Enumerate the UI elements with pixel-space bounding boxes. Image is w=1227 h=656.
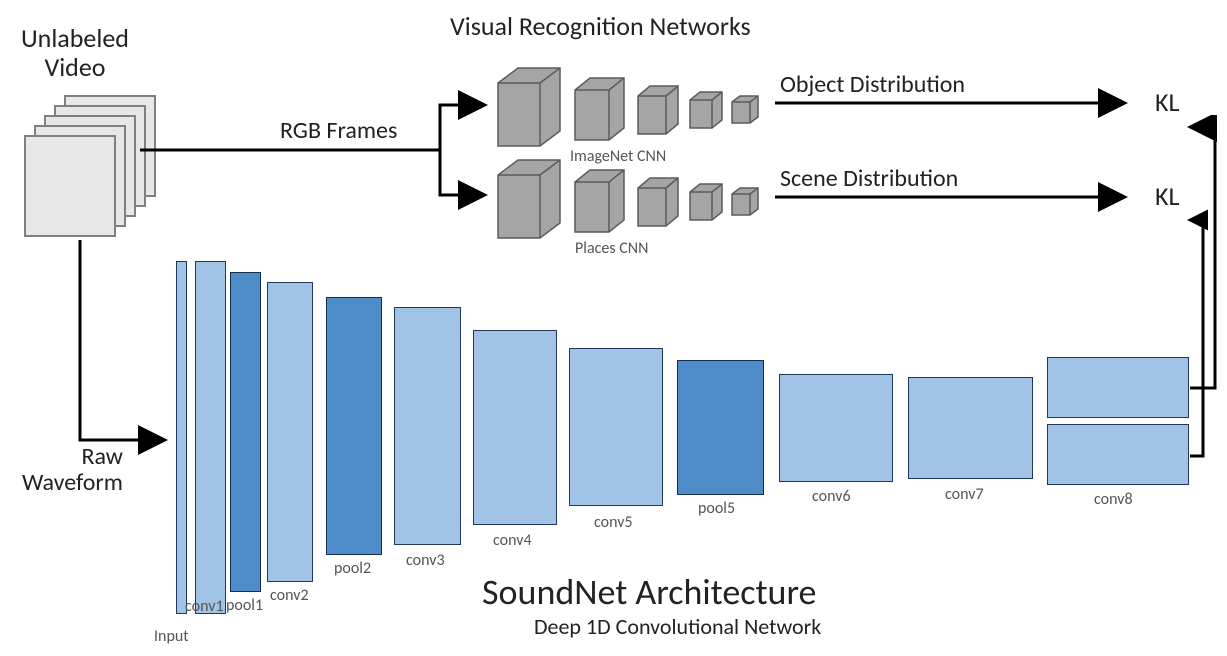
raw-waveform-arrow — [60, 235, 185, 460]
layer-pool2 — [326, 297, 382, 555]
title-label: SoundNet Architecture — [482, 573, 816, 613]
rgb-frames-label: RGB Frames — [280, 118, 397, 144]
layer-pool1-label: pool1 — [226, 596, 263, 615]
layer-pool1 — [230, 272, 261, 592]
layer-conv4 — [473, 330, 557, 525]
layer-conv8-label: conv8 — [1094, 490, 1133, 509]
unlabeled-video-label: Unlabeled Video — [21, 24, 129, 81]
layer-conv7 — [908, 377, 1033, 479]
layer-conv6-label: conv6 — [812, 487, 851, 506]
layer-conv5 — [569, 348, 663, 506]
kl-top-label: KL — [1155, 88, 1179, 117]
layer-pool2-label: pool2 — [334, 559, 371, 578]
layer-conv7-label: conv7 — [945, 485, 984, 504]
layer-conv3 — [394, 307, 461, 545]
layer-input — [176, 261, 187, 614]
scene-distribution-label: Scene Distribution — [780, 166, 958, 192]
layer-conv1-label: conv1 — [185, 597, 224, 616]
raw-waveform-label: Raw Waveform — [22, 444, 123, 497]
places-cnn-icon — [490, 150, 780, 245]
conv8-to-kl-bottom-arrow — [1148, 208, 1208, 468]
layer-pool5-label: pool5 — [698, 499, 735, 518]
layer-conv2 — [267, 282, 313, 582]
layer-pool5 — [677, 360, 764, 495]
layer-conv5-label: conv5 — [594, 513, 633, 532]
layer-conv2-label: conv2 — [270, 586, 309, 605]
subtitle-label: Deep 1D Convolutional Network — [534, 615, 821, 639]
layer-conv3-label: conv3 — [406, 551, 445, 570]
layer-input-label: Input — [154, 627, 189, 646]
rgb-frames-arrow — [130, 90, 500, 230]
layer-conv6 — [779, 374, 893, 482]
layer-conv1 — [195, 261, 226, 614]
layer-conv4-label: conv4 — [493, 531, 532, 550]
visual-recognition-label: Visual Recognition Networks — [450, 12, 751, 41]
object-distribution-label: Object Distribution — [780, 72, 965, 98]
imagenet-cnn-icon — [490, 58, 780, 153]
places-cnn-label: Places CNN — [575, 240, 648, 258]
